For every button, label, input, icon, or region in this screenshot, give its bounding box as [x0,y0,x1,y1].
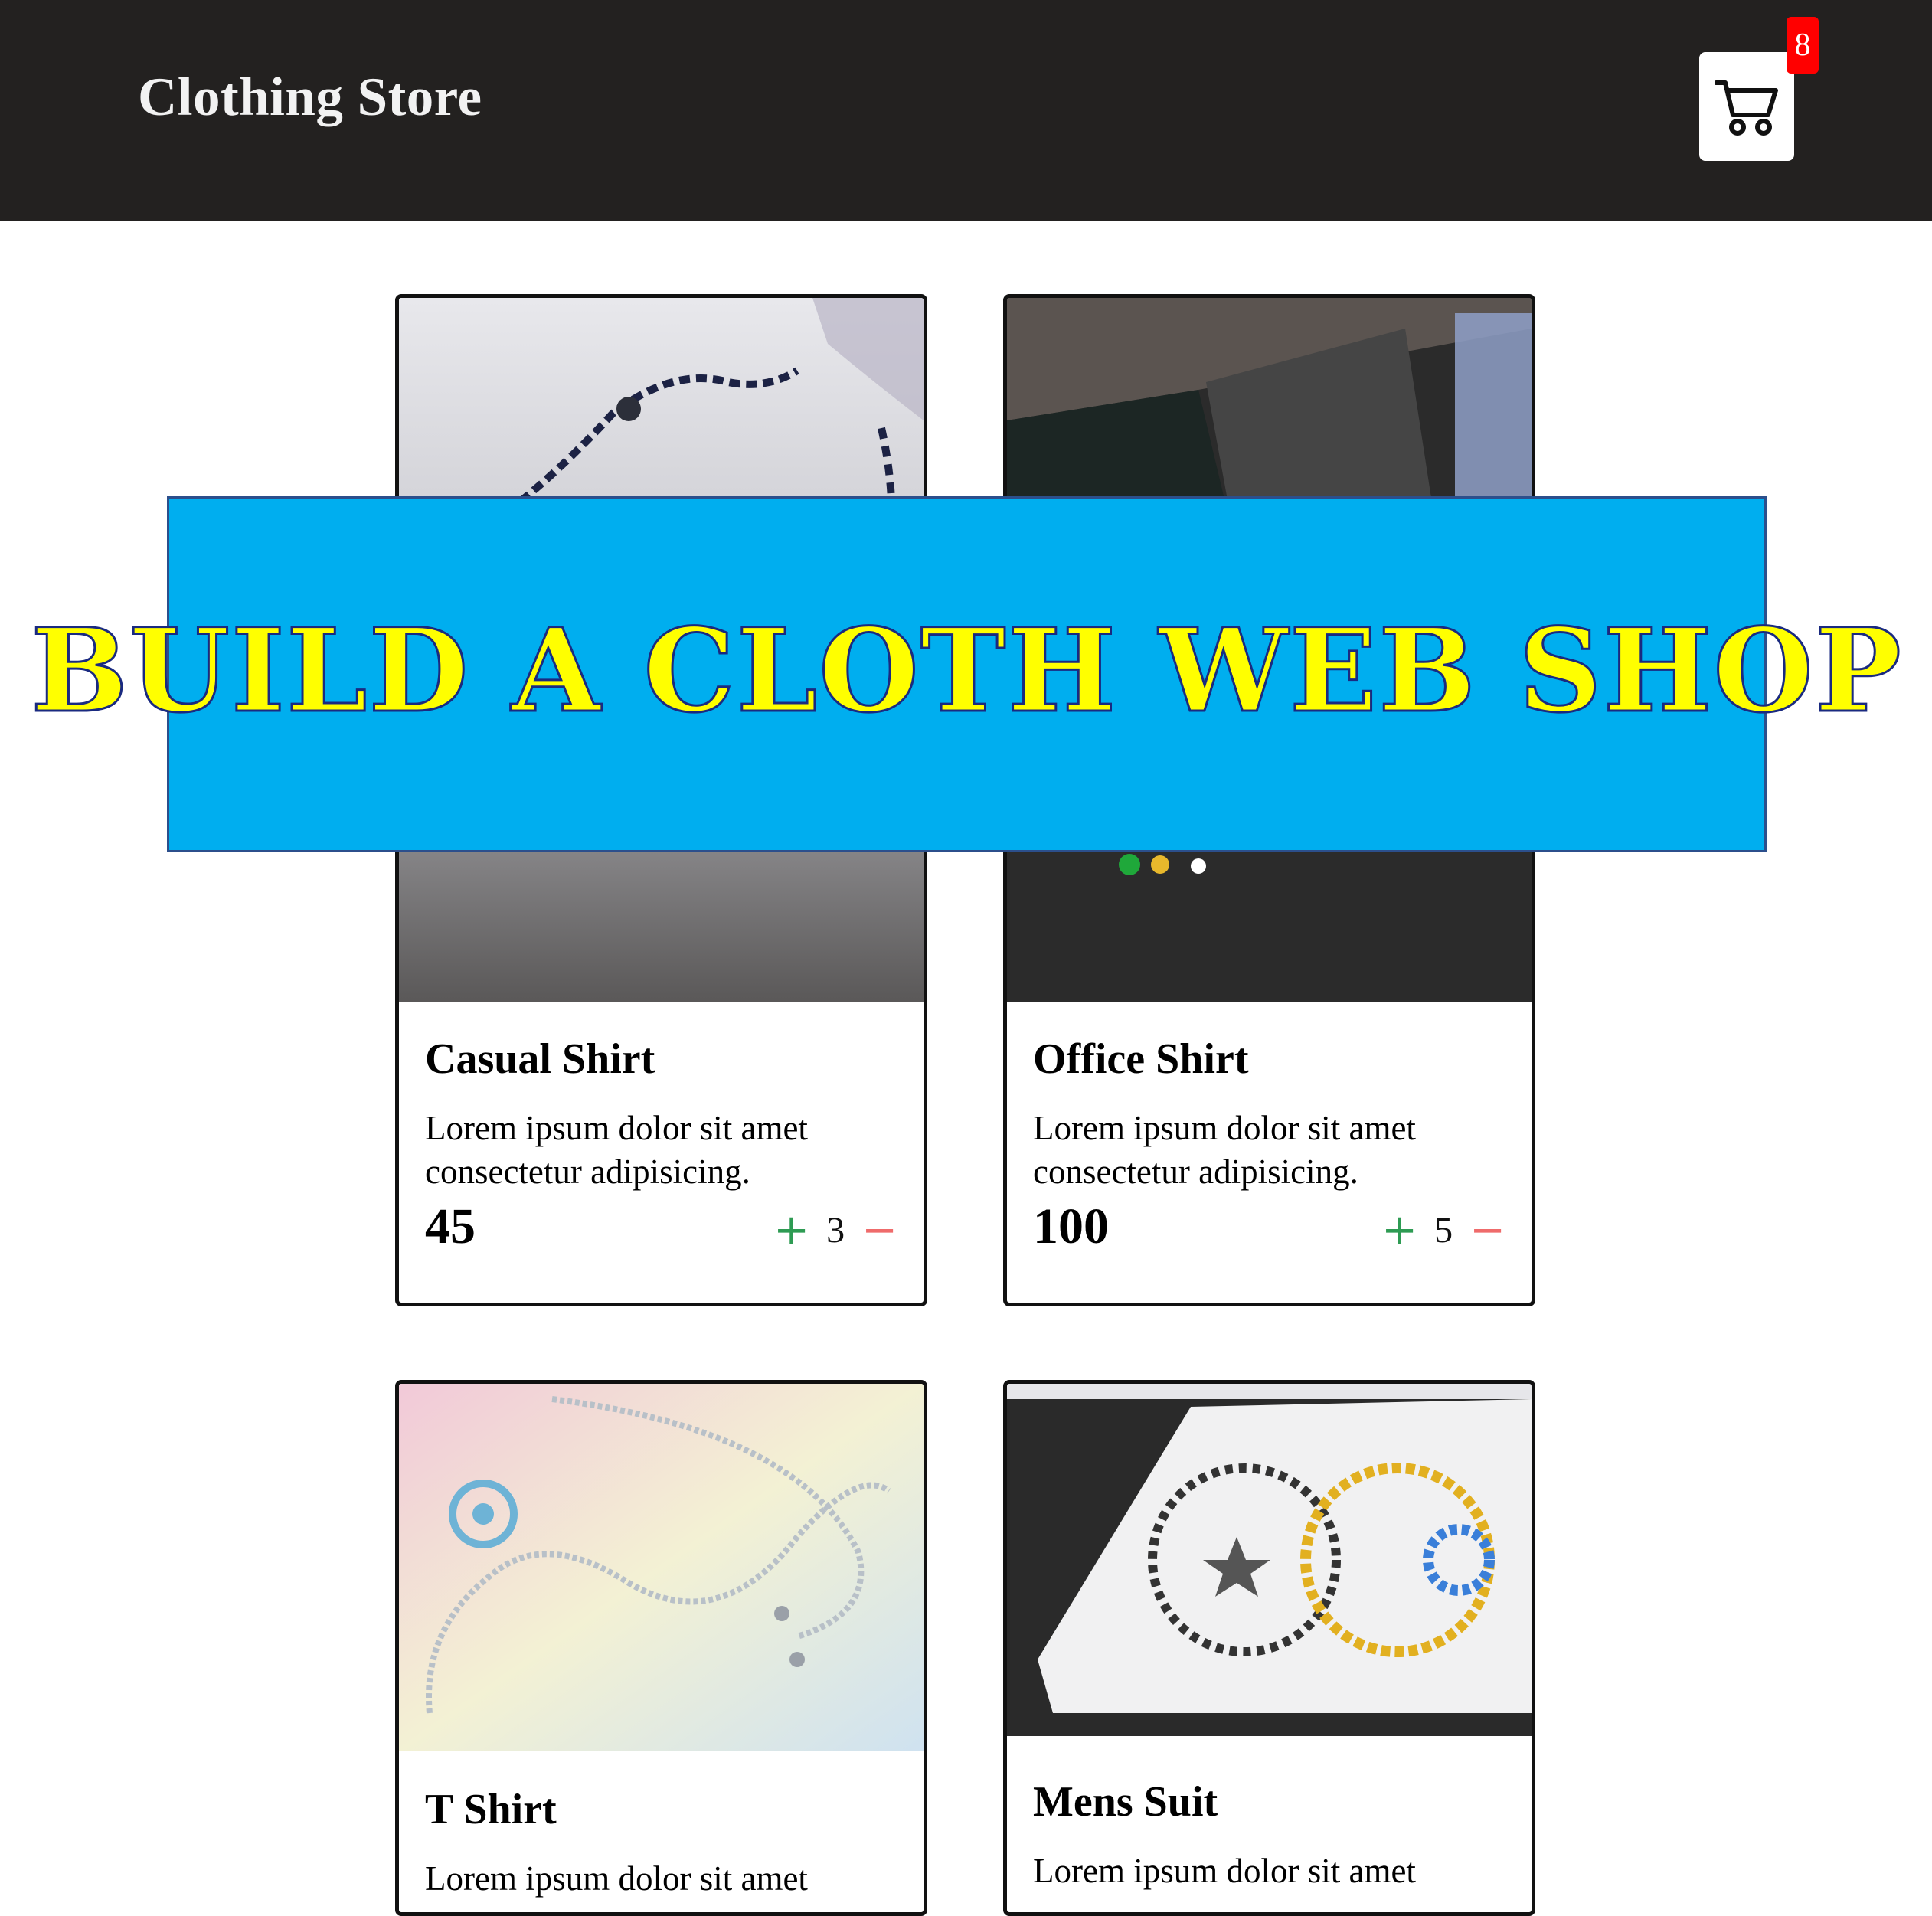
product-description: Lorem ipsum dolor sit amet [1033,1852,1416,1890]
product-title: Office Shirt [1033,1035,1249,1083]
product-title: Casual Shirt [425,1035,655,1083]
product-image [1007,1384,1532,1736]
quantity-value: 5 [1434,1210,1453,1251]
cart-button[interactable] [1699,52,1794,161]
product-title: Mens Suit [1033,1778,1218,1826]
quantity-value: 3 [826,1210,845,1251]
minus-icon[interactable]: − [861,1209,897,1252]
shopping-cart-icon [1715,80,1778,136]
quantity-stepper: + 3 − [773,1209,897,1252]
cart-count-badge: 8 [1787,17,1819,74]
plus-icon[interactable]: + [773,1209,809,1252]
product-card: T Shirt Lorem ipsum dolor sit amet [395,1380,927,1916]
product-description: Lorem ipsum dolor sit amet consectetur a… [425,1109,808,1191]
product-title: T Shirt [425,1786,557,1833]
product-description: Lorem ipsum dolor sit amet consectetur a… [1033,1109,1416,1191]
store-brand[interactable]: Clothing Store [138,70,482,125]
product-image [399,1384,924,1751]
product-price: 100 [1033,1198,1109,1254]
product-card: Mens Suit Lorem ipsum dolor sit amet [1003,1380,1535,1916]
title-banner: Build a Cloth Web Shop [30,496,1902,852]
site-header: Clothing Store [0,0,1932,221]
product-price: 45 [425,1198,476,1254]
banner-title: Build a Cloth Web Shop [30,602,1903,739]
quantity-stepper: + 5 − [1381,1209,1505,1252]
product-description: Lorem ipsum dolor sit amet [425,1859,808,1898]
plus-icon[interactable]: + [1381,1209,1417,1252]
minus-icon[interactable]: − [1469,1209,1505,1252]
